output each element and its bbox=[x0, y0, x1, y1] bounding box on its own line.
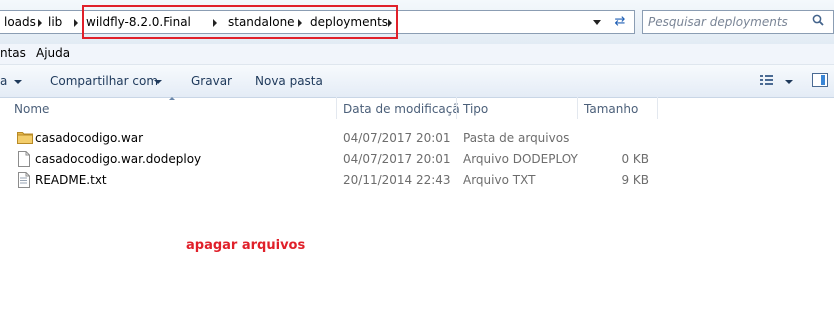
file-type: Arquivo TXT bbox=[463, 173, 536, 187]
file-size: 0 KB bbox=[621, 152, 649, 166]
menu-tools[interactable]: ntas bbox=[0, 46, 26, 60]
view-options-caret-icon[interactable] bbox=[785, 80, 793, 84]
file-type: Arquivo DODEPLOY bbox=[463, 152, 578, 166]
menu-bar: ntas Ajuda bbox=[0, 44, 834, 65]
refresh-icon[interactable]: ⇄ bbox=[608, 13, 632, 31]
column-type[interactable]: Tipo bbox=[463, 102, 488, 116]
organize-caret-icon[interactable] bbox=[14, 80, 22, 84]
share-caret-icon[interactable] bbox=[154, 80, 162, 84]
file-name: casadocodigo.war bbox=[35, 131, 144, 145]
view-options-icon[interactable] bbox=[760, 74, 774, 86]
sort-ascending-icon bbox=[169, 97, 175, 100]
file-date: 20/11/2014 22:43 bbox=[343, 173, 451, 187]
breadcrumb-separator-icon[interactable] bbox=[74, 19, 78, 27]
file-row[interactable]: casadocodigo.war 04/07/2017 20:01 Pasta … bbox=[0, 128, 834, 149]
share-button[interactable]: Compartilhar com bbox=[50, 74, 158, 88]
breadcrumb-loads[interactable]: loads bbox=[4, 15, 36, 29]
highlight-box bbox=[82, 5, 398, 39]
burn-button[interactable]: Gravar bbox=[191, 74, 232, 88]
breadcrumb-lib[interactable]: lib bbox=[48, 15, 62, 29]
breadcrumb-separator-icon[interactable] bbox=[38, 19, 42, 27]
file-row[interactable]: casadocodigo.war.dodeploy 04/07/2017 20:… bbox=[0, 149, 834, 170]
column-divider[interactable] bbox=[577, 97, 578, 119]
column-header-row: Nome Data de modificaçã Tipo Tamanho bbox=[0, 97, 834, 119]
preview-pane-icon[interactable] bbox=[812, 73, 828, 87]
file-name: casadocodigo.war.dodeploy bbox=[35, 152, 202, 166]
folder-icon bbox=[17, 132, 33, 144]
search-icon[interactable] bbox=[812, 14, 824, 26]
file-type: Pasta de arquivos bbox=[463, 131, 570, 145]
file-size: 9 KB bbox=[621, 173, 649, 187]
organize-button[interactable]: a bbox=[0, 74, 7, 88]
menu-help[interactable]: Ajuda bbox=[36, 46, 70, 60]
column-divider[interactable] bbox=[336, 97, 337, 119]
file-name: README.txt bbox=[35, 173, 107, 187]
column-divider[interactable] bbox=[657, 97, 658, 119]
search-input[interactable]: Pesquisar deployments bbox=[642, 10, 834, 34]
column-name[interactable]: Nome bbox=[14, 102, 49, 116]
column-date-modified[interactable]: Data de modificaçã bbox=[343, 102, 460, 116]
search-placeholder: Pesquisar deployments bbox=[648, 15, 788, 29]
column-divider[interactable] bbox=[456, 97, 457, 119]
file-date: 04/07/2017 20:01 bbox=[343, 152, 451, 166]
address-row: loads lib wildfly-8.2.0.Final standalone… bbox=[0, 0, 834, 44]
command-toolbar: a Compartilhar com Gravar Nova pasta bbox=[0, 65, 834, 98]
column-size[interactable]: Tamanho bbox=[584, 102, 638, 116]
annotation-text: apagar arquivos bbox=[186, 238, 306, 253]
new-folder-button[interactable]: Nova pasta bbox=[255, 74, 323, 88]
address-history-dropdown-icon[interactable] bbox=[593, 20, 601, 25]
blank-file-icon bbox=[18, 151, 30, 167]
file-row[interactable]: README.txt 20/11/2014 22:43 Arquivo TXT … bbox=[0, 170, 834, 191]
file-date: 04/07/2017 20:01 bbox=[343, 131, 451, 145]
text-file-icon bbox=[18, 172, 30, 188]
